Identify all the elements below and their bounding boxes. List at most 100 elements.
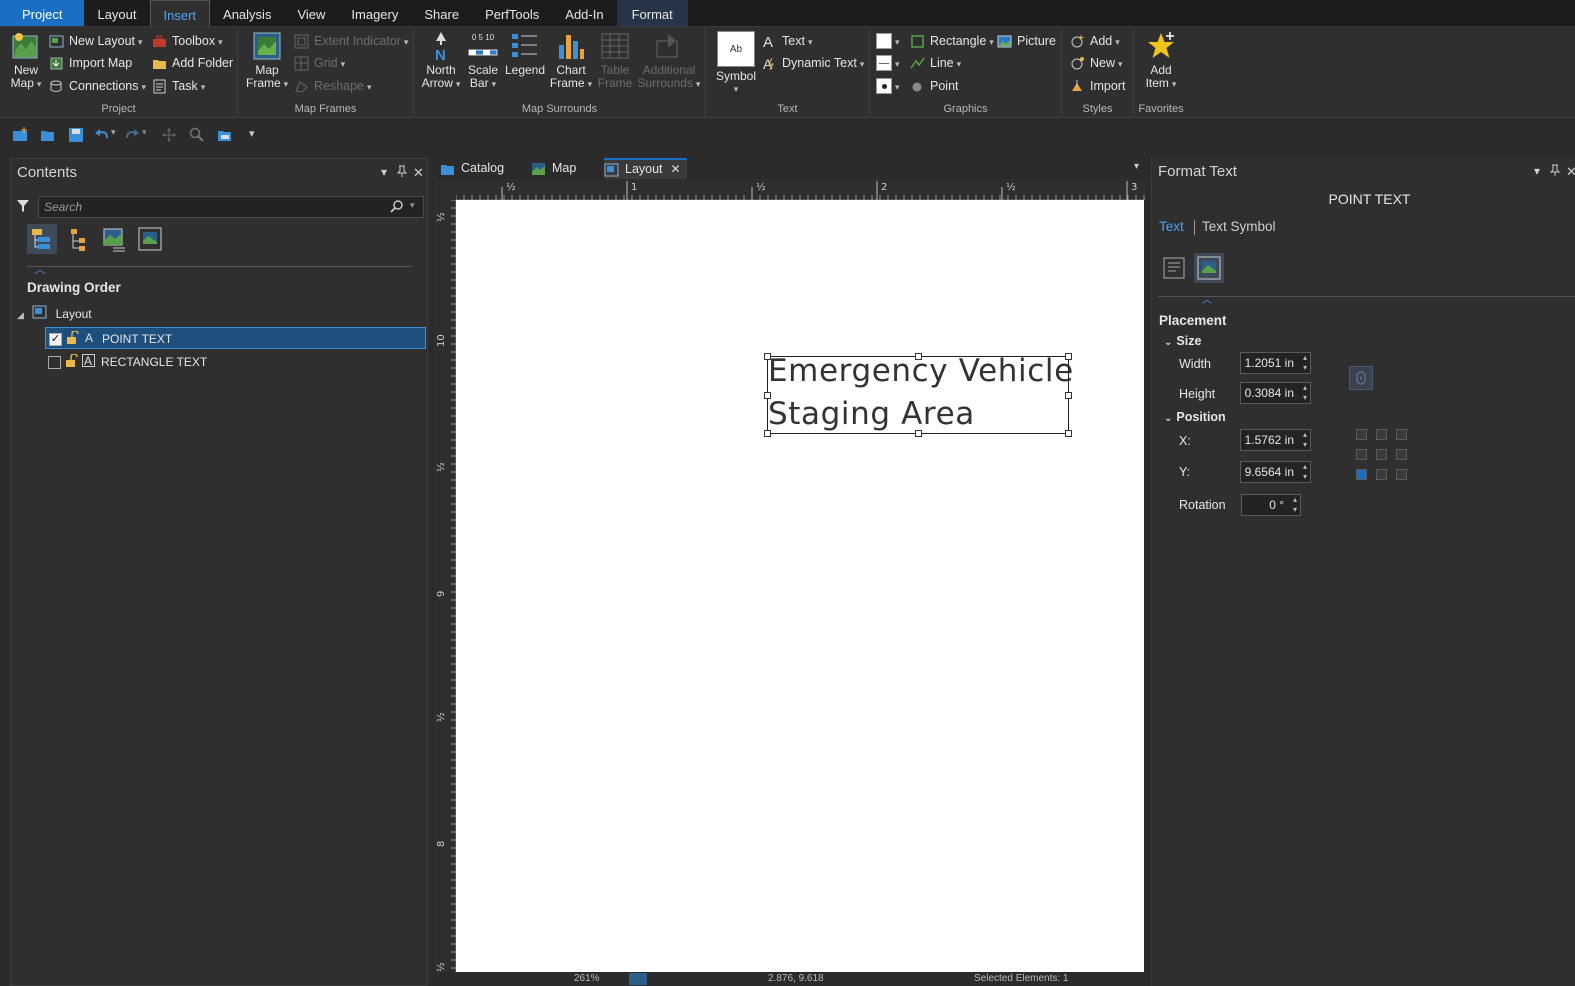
ribbon-tab-share[interactable]: Share xyxy=(411,0,472,26)
rotation-input[interactable]: 0 ° xyxy=(1241,494,1301,516)
catalog-folder-icon[interactable] xyxy=(217,127,233,143)
ribbon-tab-format[interactable]: Format xyxy=(616,0,688,26)
view-tabs-menu-icon[interactable]: ▾ xyxy=(1134,161,1139,172)
view-tab-catalog[interactable]: Catalog xyxy=(440,158,504,179)
filter-icon[interactable] xyxy=(16,199,30,216)
tab-text-symbol[interactable]: Text Symbol xyxy=(1202,219,1276,234)
list-by-selection-button[interactable] xyxy=(63,224,93,254)
anchor-cell[interactable] xyxy=(1376,449,1387,460)
scale-bar-button[interactable]: 0 5 10 Scale Bar xyxy=(464,31,502,91)
ribbon-tab-analysis[interactable]: Analysis xyxy=(210,0,284,26)
save-project-icon[interactable] xyxy=(68,127,84,143)
line-button[interactable]: Line xyxy=(910,53,961,73)
new-layout-button[interactable]: New Layout xyxy=(49,31,143,51)
drawing-order-item[interactable]: ✓ A POINT TEXT xyxy=(45,327,426,349)
width-input[interactable]: 1.2051 in xyxy=(1240,352,1311,374)
close-icon[interactable]: ✕ xyxy=(413,165,424,181)
legend-button[interactable]: Legend xyxy=(504,31,546,77)
view-tab-layout[interactable]: Layout ✕ xyxy=(604,158,687,179)
visibility-checkbox[interactable]: ✓ xyxy=(49,333,62,347)
list-by-visibility-button[interactable] xyxy=(99,224,129,254)
point-color-picker[interactable] xyxy=(876,76,900,96)
unlock-icon[interactable] xyxy=(65,352,78,374)
resize-handle-w[interactable] xyxy=(764,392,771,399)
ribbon-tab-layout[interactable]: Layout xyxy=(84,0,149,26)
rectangle-button[interactable]: Rectangle xyxy=(910,31,994,51)
map-frame-button[interactable]: Map Frame xyxy=(246,31,288,91)
zoom-icon[interactable] xyxy=(189,127,205,143)
format-pane-menu-icon[interactable]: ▾ xyxy=(1534,164,1540,178)
add-item-button[interactable]: Add Item xyxy=(1140,31,1182,91)
tree-root-layout[interactable]: ◢ Layout xyxy=(17,303,92,325)
fill-color-picker[interactable] xyxy=(876,31,900,51)
lock-aspect-ratio-button[interactable] xyxy=(1349,366,1373,390)
north-arrow-button[interactable]: N North Arrow xyxy=(420,31,462,91)
unlock-icon[interactable] xyxy=(66,329,79,351)
anchor-cell[interactable] xyxy=(1396,449,1407,460)
toolbox-button[interactable]: Toolbox xyxy=(152,31,223,51)
visibility-checkbox[interactable] xyxy=(48,356,61,370)
anchor-cell[interactable] xyxy=(1396,429,1407,440)
import-map-button[interactable]: Import Map xyxy=(49,53,132,73)
y-input[interactable]: 9.6564 in xyxy=(1240,461,1311,483)
size-section-toggle[interactable]: ⌄ Size xyxy=(1164,334,1201,348)
drawing-order-item[interactable]: A RECTANGLE TEXT xyxy=(45,351,426,373)
undo-icon[interactable] xyxy=(94,127,110,143)
list-by-layout-button[interactable] xyxy=(135,224,165,254)
pane-menu-icon[interactable]: ▾ xyxy=(381,165,387,179)
list-by-drawing-order-button[interactable] xyxy=(27,224,57,254)
additional-surrounds-button[interactable]: Additional Surrounds xyxy=(636,31,702,91)
resize-handle-sw[interactable] xyxy=(764,430,771,437)
table-frame-button[interactable]: Table Frame xyxy=(596,31,634,90)
redo-dropdown-icon[interactable]: ▾ xyxy=(142,127,158,143)
pan-icon[interactable] xyxy=(161,127,177,143)
task-button[interactable]: Task xyxy=(152,76,205,96)
resize-handle-se[interactable] xyxy=(1065,430,1072,437)
anchor-cell[interactable] xyxy=(1356,469,1367,480)
symbol-button[interactable]: Ab Symbol ▾ xyxy=(714,31,758,96)
style-add-button[interactable]: Add xyxy=(1070,31,1120,51)
anchor-cell[interactable] xyxy=(1376,429,1387,440)
chart-frame-button[interactable]: Chart Frame xyxy=(548,31,594,91)
dynamic-text-button[interactable]: A Dynamic Text xyxy=(762,53,864,73)
ribbon-tab-add-in[interactable]: Add-In xyxy=(552,0,616,26)
tab-text[interactable]: Text xyxy=(1159,219,1184,234)
format-pane-close-icon[interactable]: ✕ xyxy=(1566,164,1575,180)
picture-button[interactable]: Picture xyxy=(997,31,1056,51)
style-new-button[interactable]: New xyxy=(1070,53,1123,73)
view-tab-map[interactable]: Map xyxy=(531,158,576,179)
open-project-icon[interactable] xyxy=(40,127,56,143)
anchor-cell[interactable] xyxy=(1396,469,1407,480)
extent-indicator-button[interactable]: Extent Indicator xyxy=(294,31,408,51)
ribbon-tab-insert[interactable]: Insert xyxy=(149,0,211,26)
redo-icon[interactable] xyxy=(124,127,140,143)
connections-button[interactable]: Connections xyxy=(49,76,146,96)
resize-handle-nw[interactable] xyxy=(764,353,771,360)
ribbon-tab-perftools[interactable]: PerfTools xyxy=(472,0,552,26)
customize-qat-icon[interactable]: ▾ xyxy=(249,127,265,143)
resize-handle-e[interactable] xyxy=(1065,392,1072,399)
add-folder-button[interactable]: Add Folder xyxy=(152,53,233,73)
search-options-icon[interactable]: ▾ xyxy=(410,200,415,211)
style-import-button[interactable]: Import xyxy=(1070,76,1125,96)
resize-handle-s[interactable] xyxy=(915,430,922,437)
selection-box[interactable] xyxy=(764,353,1072,437)
ribbon-tab-view[interactable]: View xyxy=(284,0,338,26)
grid-button[interactable]: Grid xyxy=(294,53,345,73)
anchor-point-grid[interactable] xyxy=(1356,429,1410,483)
line-color-picker[interactable] xyxy=(876,53,900,73)
text-button[interactable]: A Text xyxy=(762,31,812,51)
height-input[interactable]: 0.3084 in xyxy=(1240,382,1311,404)
close-tab-icon[interactable]: ✕ xyxy=(671,159,681,180)
resize-handle-ne[interactable] xyxy=(1065,353,1072,360)
fixed-zoom-icon[interactable] xyxy=(629,973,647,985)
collapse-icon[interactable]: ◢ xyxy=(17,310,24,320)
anchor-cell[interactable] xyxy=(1356,429,1367,440)
anchor-cell[interactable] xyxy=(1356,449,1367,460)
anchor-cell[interactable] xyxy=(1376,469,1387,480)
x-input[interactable]: 1.5762 in xyxy=(1240,429,1311,451)
layout-page[interactable]: Emergency Vehicle Staging Area xyxy=(456,200,1144,972)
zoom-scale[interactable]: 261% xyxy=(574,973,600,984)
reshape-button[interactable]: Reshape xyxy=(294,76,372,96)
ribbon-tab-imagery[interactable]: Imagery xyxy=(338,0,411,26)
